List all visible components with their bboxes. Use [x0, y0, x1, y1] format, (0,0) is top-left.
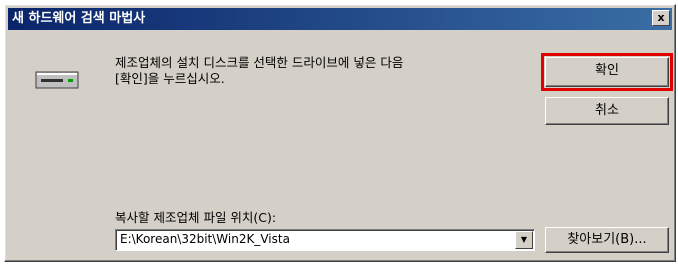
- cancel-button[interactable]: 취소: [545, 97, 669, 125]
- dropdown-button[interactable]: ▼: [515, 231, 533, 249]
- copy-from-combobox[interactable]: E:\Korean\32bit\Win2K_Vista ▼: [115, 229, 535, 251]
- copy-from-label: 복사할 제조업체 파일 위치(C):: [115, 210, 277, 225]
- cancel-button-label: 취소: [595, 103, 619, 118]
- close-button[interactable]: x: [652, 10, 670, 26]
- browse-button-label: 찾아보기(B)...: [567, 232, 647, 247]
- instruction-text: 제조업체의 설치 디스크를 선택한 드라이브에 넣은 다음 [확인]을 누르십시…: [115, 55, 404, 86]
- ok-button[interactable]: 확인: [541, 53, 673, 91]
- wizard-dialog: 새 하드웨어 검색 마법사 x 제조업체의 설치 디스크를 선택한 드라이브에 …: [4, 4, 676, 262]
- browse-button[interactable]: 찾아보기(B)...: [545, 227, 669, 253]
- floppy-drive-icon: [35, 71, 79, 89]
- title-bar: 새 하드웨어 검색 마법사 x: [8, 8, 672, 30]
- ok-button-label: 확인: [595, 63, 619, 78]
- copy-from-value: E:\Korean\32bit\Win2K_Vista: [120, 232, 290, 246]
- window-title: 새 하드웨어 검색 마법사: [12, 11, 146, 26]
- chevron-down-icon: ▼: [520, 235, 528, 244]
- close-icon: x: [657, 11, 665, 24]
